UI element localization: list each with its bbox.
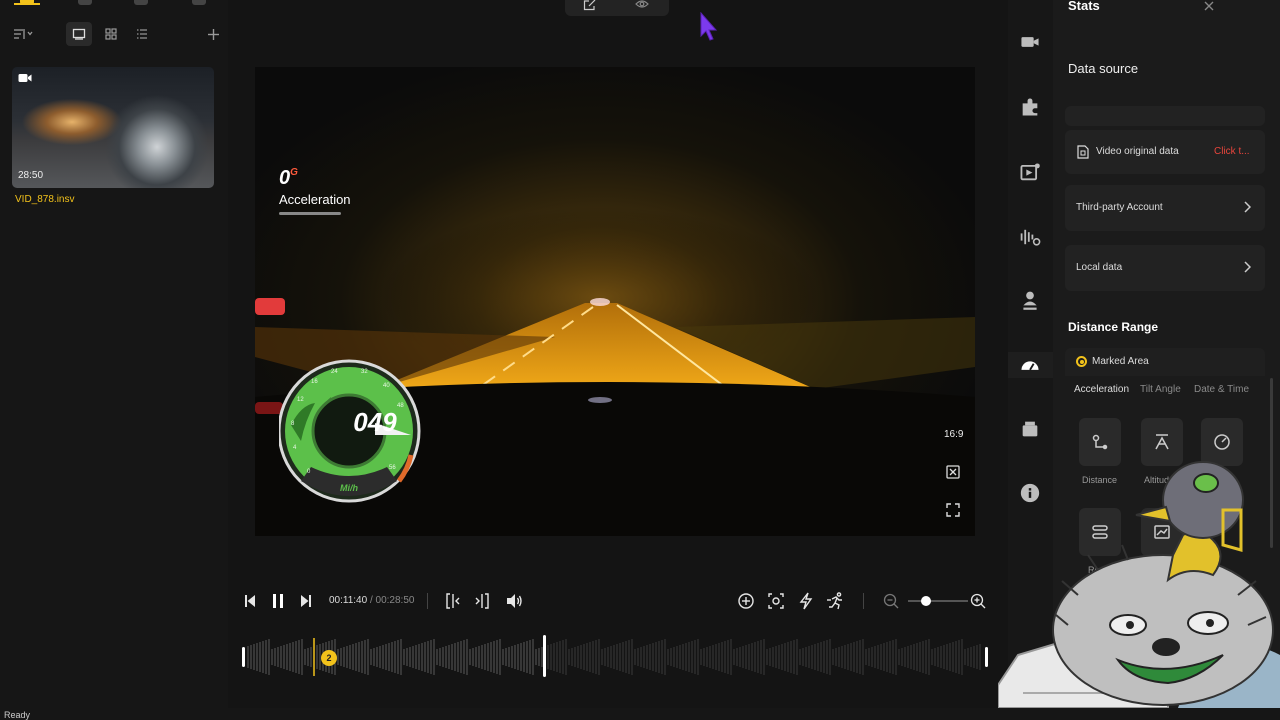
video-viewport[interactable]: 0G Acceleration 0 4 8 12 16 24 32 40 48 …	[255, 67, 975, 536]
add-media-icon[interactable]	[202, 22, 224, 46]
preview-eye-icon[interactable]	[635, 0, 649, 9]
stats-gauge-icon[interactable]	[1018, 354, 1042, 376]
large-thumbnail-view-icon[interactable]	[66, 22, 92, 46]
export-icon[interactable]	[583, 0, 597, 11]
person-frame-icon[interactable]	[1018, 290, 1042, 312]
timeline-marker[interactable]: 2	[321, 650, 337, 666]
library-tab-2[interactable]	[78, 0, 92, 5]
speed-value: 049	[353, 407, 397, 437]
zoom-slider-handle[interactable]	[921, 596, 931, 606]
acceleration-overlay: 0G Acceleration	[279, 167, 351, 215]
library-tab-3[interactable]	[134, 0, 148, 5]
volume-icon[interactable]	[505, 591, 523, 611]
source-third-party[interactable]: Third-party Account	[1065, 185, 1265, 231]
aspect-ratio-label[interactable]: 16:9	[944, 429, 963, 440]
divider	[863, 593, 864, 609]
template-icon[interactable]	[1018, 418, 1042, 440]
fullscreen-icon[interactable]	[946, 503, 960, 517]
acceleration-value: 0	[279, 167, 291, 189]
distance-icon	[1092, 434, 1108, 450]
marked-area-label: Marked Area	[1092, 356, 1149, 367]
altitude-icon	[1155, 434, 1169, 450]
audio-settings-icon[interactable]	[1018, 226, 1042, 248]
gauge-tick: 16	[311, 379, 318, 385]
timeline[interactable]: 2	[228, 630, 1008, 686]
zoom-in-icon[interactable]	[970, 591, 986, 611]
mouse-cursor-icon	[700, 12, 718, 41]
speedometer-icon	[1214, 434, 1230, 450]
zoom-slider-track[interactable]	[908, 600, 968, 602]
gauge-tick: 24	[331, 369, 338, 375]
file-icon	[1077, 145, 1089, 159]
library-tab-strip	[0, 0, 228, 6]
speed-unit: Mi/h	[340, 483, 358, 493]
tab-acceleration[interactable]: Acceleration	[1074, 384, 1129, 395]
radio-selected-icon	[1076, 356, 1087, 367]
plugin-puzzle-icon[interactable]	[1018, 96, 1042, 118]
acceleration-bar	[279, 212, 341, 215]
next-frame-icon[interactable]	[300, 591, 312, 611]
source-label: Local data	[1076, 262, 1123, 273]
mark-in-icon[interactable]	[445, 591, 461, 611]
timeline-track[interactable]	[228, 630, 1008, 686]
motion-speed-icon[interactable]	[826, 591, 846, 611]
gauge-tick: 40	[383, 383, 390, 389]
view-toolbar	[565, 0, 669, 16]
library-tab-4[interactable]	[192, 0, 206, 5]
playback-controls: 00:11:40 / 00:28:50	[228, 585, 1008, 617]
chevron-right-icon	[1244, 261, 1251, 273]
data-source-label: Data source	[1068, 61, 1139, 76]
track-target-icon[interactable]	[767, 591, 785, 611]
source-placeholder-card	[1065, 106, 1265, 126]
time-current: 00:11:40	[329, 595, 368, 606]
source-label: Third-party Account	[1076, 202, 1163, 213]
panel-title: Stats	[1068, 0, 1100, 13]
thumbnail-duration: 28:50	[18, 170, 44, 181]
playhead[interactable]	[543, 635, 546, 677]
sort-menu-icon[interactable]	[10, 22, 36, 46]
divider	[427, 593, 428, 609]
crop-view-icon[interactable]	[946, 465, 960, 479]
cartoon-sticker-overlay	[998, 461, 1280, 708]
add-keyframe-icon[interactable]	[737, 591, 755, 611]
time-separator: /	[369, 595, 373, 606]
media-thumbnail[interactable]: 28:50	[12, 67, 214, 188]
marked-area-option[interactable]: Marked Area	[1065, 348, 1265, 376]
tab-tilt-angle[interactable]: Tilt Angle	[1140, 384, 1181, 395]
timeline-ticks	[247, 639, 981, 675]
acceleration-unit: G	[290, 167, 298, 178]
list-view-icon[interactable]	[131, 22, 153, 46]
gauge-tick: 12	[297, 397, 304, 403]
flash-effect-icon[interactable]	[798, 591, 814, 611]
source-local-data[interactable]: Local data	[1065, 245, 1265, 291]
acceleration-label: Acceleration	[279, 192, 351, 207]
time-display: 00:11:40 / 00:28:50	[329, 595, 414, 606]
close-panel-icon[interactable]	[1203, 0, 1215, 12]
chevron-right-icon	[1244, 201, 1251, 213]
distance-range-label: Distance Range	[1068, 320, 1159, 334]
source-label: Video original data	[1096, 146, 1179, 157]
trim-end-handle[interactable]	[985, 647, 988, 667]
video-type-icon	[18, 74, 32, 82]
gauge-tick: 32	[361, 369, 368, 375]
media-library: 28:50 VID_878.insv	[0, 0, 228, 708]
media-effects-icon[interactable]	[1018, 161, 1042, 183]
trim-start-handle[interactable]	[242, 647, 245, 667]
media-filename[interactable]: VID_878.insv	[15, 194, 74, 205]
active-tab-indicator	[14, 3, 40, 5]
library-toolbar	[0, 22, 228, 48]
grid-view-icon[interactable]	[100, 22, 122, 46]
previous-frame-icon[interactable]	[244, 591, 256, 611]
pause-icon[interactable]	[271, 591, 285, 611]
tab-date-time[interactable]: Date & Time	[1194, 384, 1249, 395]
gauge-tick: 56	[389, 465, 396, 471]
status-bar: Ready	[0, 708, 1280, 720]
time-total: 00:28:50	[375, 595, 415, 606]
mark-out-icon[interactable]	[474, 591, 490, 611]
click-to-load-link[interactable]: Click t...	[1214, 146, 1250, 157]
camera-icon[interactable]	[1018, 31, 1042, 53]
zoom-out-icon[interactable]	[883, 591, 899, 611]
